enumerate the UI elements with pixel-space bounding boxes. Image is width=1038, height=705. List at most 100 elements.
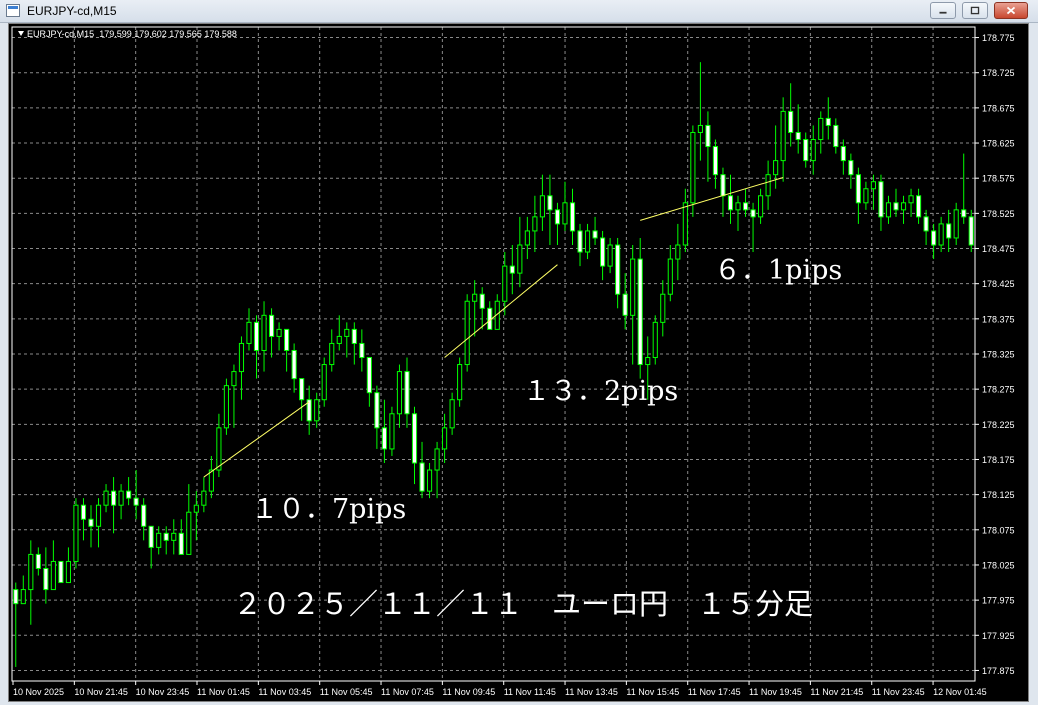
candle-body (276, 328, 282, 337)
candle-body (840, 146, 846, 162)
candle-body (434, 448, 440, 471)
candle-body (43, 567, 49, 591)
candle (592, 216, 598, 245)
candle (923, 209, 929, 245)
candle (88, 505, 94, 548)
candle-body (426, 469, 433, 492)
y-tick-label: 178.075 (982, 525, 1015, 535)
candle-body (201, 490, 207, 506)
trend-lines (203, 177, 784, 478)
candle-body (411, 413, 418, 464)
y-tick-label: 178.625 (982, 139, 1015, 149)
candle-body (110, 490, 117, 506)
candle (607, 237, 613, 274)
minimize-button[interactable] (930, 2, 956, 19)
candle-body (186, 511, 192, 555)
candle (494, 294, 500, 330)
candle (208, 455, 214, 499)
candle (156, 526, 162, 555)
candle-body (517, 244, 523, 274)
candle (291, 343, 297, 393)
candle-body (547, 195, 553, 211)
chart-plot-area[interactable]: 177.875 177.925 177.975 178.025 178.075 178.1… (8, 23, 1029, 702)
candle (321, 357, 327, 407)
candle (118, 484, 124, 520)
candle-body (35, 553, 41, 569)
candle-body (351, 328, 357, 344)
candle (584, 223, 591, 260)
candle-body (592, 230, 598, 239)
candle (705, 111, 711, 182)
candle-body (389, 413, 395, 450)
candle-body (584, 230, 591, 253)
candle (675, 223, 681, 281)
candle (434, 441, 440, 499)
candle (13, 582, 19, 667)
close-icon (1006, 6, 1016, 15)
x-tick-label: 10 Nov 21:45 (74, 687, 128, 697)
candle (73, 498, 79, 569)
candle-body (156, 532, 162, 548)
y-tick-label: 178.225 (982, 420, 1015, 430)
candle-body (261, 314, 267, 351)
candle-body (193, 504, 199, 513)
x-tick-label: 11 Nov 11:45 (504, 687, 556, 697)
candle (126, 477, 132, 506)
candle-body (833, 124, 839, 148)
candle (404, 357, 410, 428)
candle (765, 160, 771, 210)
candle-body (374, 392, 380, 429)
candle (472, 280, 478, 337)
candle (810, 125, 816, 175)
candle-body (773, 160, 779, 176)
y-tick-label: 178.175 (982, 455, 1015, 465)
x-tick-label: 11 Nov 17:45 (688, 687, 741, 697)
candle (833, 118, 839, 154)
candle (931, 223, 937, 260)
candle-body (253, 321, 260, 351)
candle-body (223, 385, 229, 429)
y-tick-label: 177.875 (982, 666, 1015, 676)
x-tick-label: 12 Nov 01:45 (933, 687, 987, 697)
candle-body (682, 202, 688, 246)
candle-body (615, 244, 621, 295)
candle-body (660, 293, 666, 323)
close-button[interactable] (994, 2, 1028, 19)
candle-body (825, 117, 831, 126)
candle (946, 209, 952, 253)
candle-body (780, 110, 786, 162)
candle (374, 385, 380, 449)
candle (426, 463, 433, 499)
candle-body (968, 216, 974, 246)
chart-menu-triangle-icon[interactable] (18, 31, 24, 36)
candle-body (938, 223, 944, 246)
candle (848, 153, 854, 189)
maximize-button[interactable] (962, 2, 988, 19)
candle (479, 287, 485, 330)
candle-body (818, 117, 824, 141)
candle-body (58, 560, 64, 584)
candle (780, 97, 786, 182)
y-tick-label: 177.925 (982, 631, 1015, 641)
chart-caption: ２０２５／１１／１１ ユーロ円 １５分足 (233, 587, 814, 621)
candle-body (727, 195, 734, 211)
candle-body (13, 589, 19, 605)
candle (885, 195, 892, 224)
candle (908, 188, 914, 217)
window-titlebar[interactable]: EURJPY-cd,M15 (0, 0, 1038, 23)
candle-body (667, 258, 673, 295)
candle-body (95, 504, 102, 527)
candle (569, 188, 576, 245)
candle (968, 209, 974, 253)
x-tick-label: 11 Nov 23:45 (872, 687, 925, 697)
y-tick-label: 178.125 (982, 490, 1015, 500)
candle (682, 188, 688, 253)
candle-body (457, 364, 463, 401)
candle-body (916, 195, 922, 218)
candle-body (50, 560, 56, 591)
candle (171, 519, 177, 555)
candle-body (803, 139, 809, 162)
candle (554, 202, 561, 245)
candle-body (419, 462, 425, 492)
candle (411, 406, 418, 485)
